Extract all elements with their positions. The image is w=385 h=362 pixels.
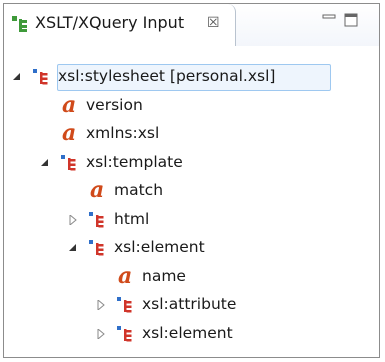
- xml-element-icon: [116, 325, 134, 343]
- tree-row[interactable]: xsl:attribute: [4, 291, 379, 319]
- tree-row[interactable]: html: [4, 206, 379, 234]
- tree-row-label: xsl:template: [86, 152, 183, 171]
- collapsed-twisty-icon[interactable]: [96, 300, 106, 310]
- xml-attribute-icon: a: [118, 262, 133, 289]
- tree-row-label: match: [114, 181, 164, 199]
- xslt-xquery-input-view: XSLT/XQuery Input ☒ xsl:stylesheet [pers…: [3, 3, 380, 358]
- tree-row[interactable]: xsl:template: [4, 149, 379, 177]
- tree-row[interactable]: xsl:element: [4, 234, 379, 262]
- collapsed-twisty-icon[interactable]: [96, 328, 106, 339]
- expanded-twisty-icon[interactable]: [40, 158, 50, 168]
- expanded-twisty-icon[interactable]: [68, 243, 78, 253]
- tree-row[interactable]: xsl:element: [4, 320, 379, 348]
- tree-row-label: xsl:element: [142, 323, 233, 342]
- minimize-icon[interactable]: [320, 11, 338, 29]
- xml-element-icon: [60, 154, 78, 172]
- close-icon[interactable]: ☒: [207, 15, 220, 31]
- xml-attribute-icon: a: [62, 120, 77, 146]
- xml-element-icon: [88, 211, 106, 229]
- xml-element-icon: [32, 68, 50, 86]
- tab-title: XSLT/XQuery Input: [35, 13, 185, 32]
- tree-row-label: name: [142, 266, 186, 285]
- tree-row[interactable]: a match: [4, 177, 379, 205]
- xslt-input-icon: [12, 16, 27, 32]
- xml-element-icon: [116, 296, 134, 314]
- tree-row-label: version: [86, 95, 143, 114]
- xml-attribute-icon: a: [90, 177, 105, 203]
- tree-row-label: xsl:element: [114, 238, 205, 256]
- xml-element-icon: [88, 239, 106, 257]
- expanded-twisty-icon[interactable]: [12, 72, 22, 82]
- xml-tree: xsl:stylesheet [personal.xsl] a version a xm…: [4, 46, 379, 357]
- tree-row[interactable]: xsl:stylesheet [personal.xsl]: [4, 63, 379, 91]
- tree-row-label: xsl:stylesheet [personal.xsl]: [58, 67, 276, 85]
- tree-row[interactable]: a xmlns:xsl: [4, 120, 379, 148]
- collapsed-twisty-icon[interactable]: [68, 214, 78, 225]
- tree-row-label: xsl:attribute: [142, 295, 237, 313]
- tree-row-label: xmlns:xsl: [86, 124, 160, 142]
- xml-attribute-icon: a: [62, 91, 77, 118]
- maximize-icon[interactable]: [342, 11, 360, 29]
- tab-xslt-xquery-input[interactable]: XSLT/XQuery Input ☒: [4, 4, 236, 46]
- tree-row-label: html: [114, 209, 150, 228]
- tree-row[interactable]: a version: [4, 92, 379, 120]
- tree-row[interactable]: a name: [4, 263, 379, 291]
- view-tab-bar: XSLT/XQuery Input ☒: [4, 4, 379, 46]
